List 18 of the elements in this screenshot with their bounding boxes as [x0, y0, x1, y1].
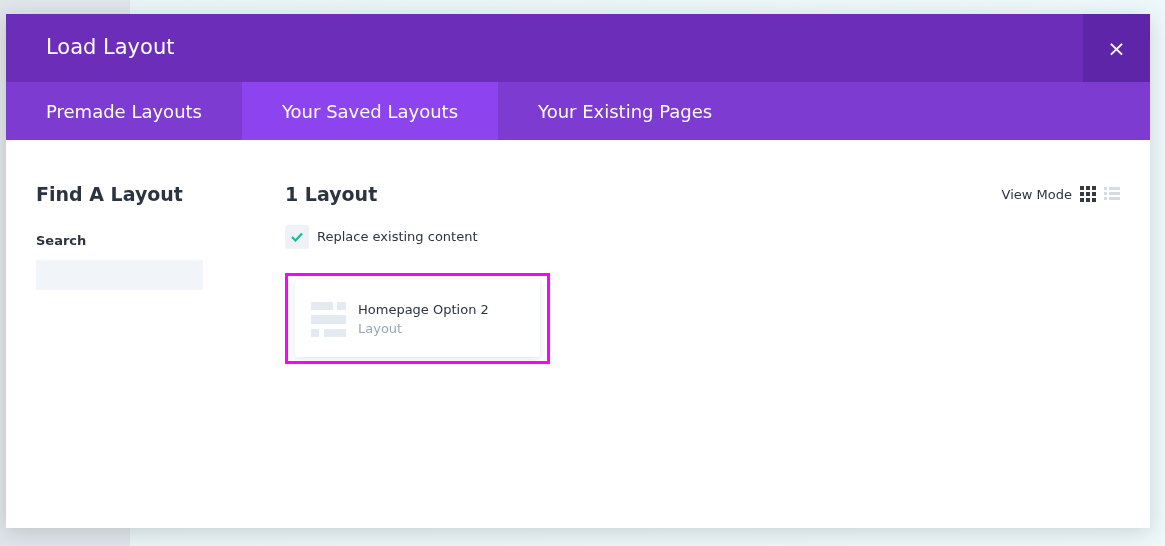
list-view-icon[interactable] [1104, 187, 1120, 202]
close-button[interactable]: × [1083, 14, 1150, 82]
layout-type: Layout [358, 320, 404, 338]
grid-view-icon[interactable] [1080, 186, 1096, 203]
layout-name: Homepage Option 2 [358, 300, 489, 319]
tab[interactable]: Premade Layouts [6, 82, 242, 140]
view-mode-label: View Mode [1001, 185, 1072, 204]
layout-card[interactable]: Homepage Option 2 Layout [295, 279, 540, 357]
check-icon [291, 231, 303, 242]
dialog-title: Load Layout [45, 34, 176, 62]
tab[interactable]: Your Saved Layouts [242, 82, 499, 140]
sidebar-heading: Find A Layout [36, 182, 184, 207]
checkbox[interactable] [285, 224, 309, 249]
tab[interactable]: Your Existing Pages [498, 82, 753, 140]
checkbox-label: Replace existing content [317, 227, 478, 246]
layout-count: 1 Layout [285, 182, 378, 207]
search-label: Search [36, 231, 88, 250]
layout-icon [311, 301, 346, 337]
